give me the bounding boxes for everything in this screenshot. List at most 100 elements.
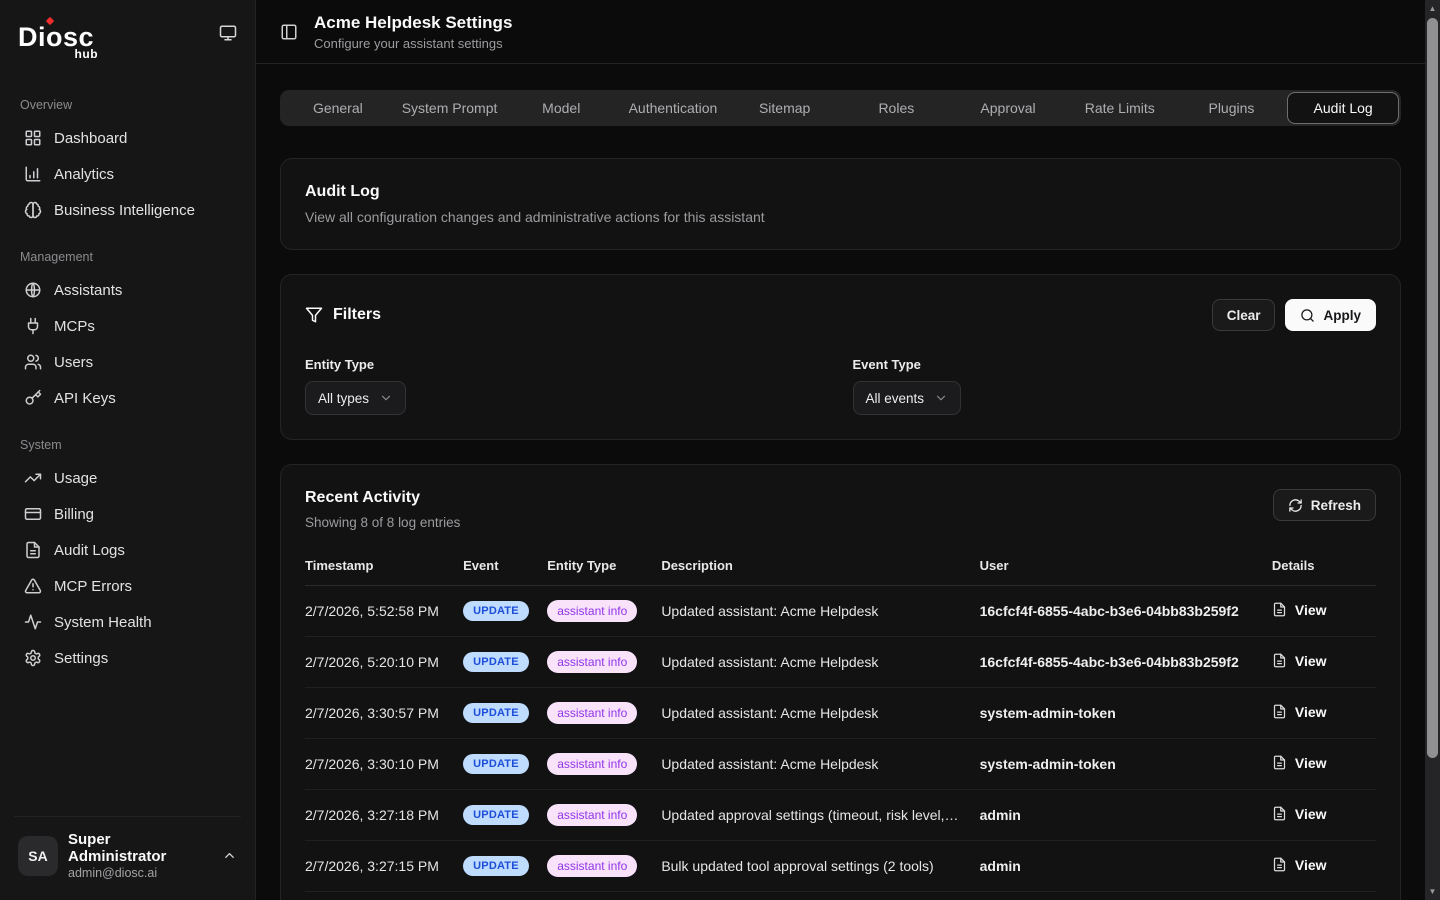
view-details-button[interactable]: View xyxy=(1272,653,1327,669)
file-text-icon xyxy=(1272,755,1287,770)
brain-icon xyxy=(24,201,42,219)
view-details-button[interactable]: View xyxy=(1272,602,1327,618)
tab-approval[interactable]: Approval xyxy=(952,92,1064,124)
view-details-button[interactable]: View xyxy=(1272,806,1327,822)
cell-timestamp: 2/7/2026, 3:27:18 PM xyxy=(305,790,463,841)
sidebar-item-mcp-errors[interactable]: MCP Errors xyxy=(14,569,241,603)
sidebar-item-label: MCPs xyxy=(54,318,95,335)
event-type-field: Event Type All events xyxy=(853,357,1377,415)
cell-user: 16cfcf4f-6855-4abc-b3e6-04bb83b259f2 xyxy=(980,637,1272,688)
sidebar-item-assistants[interactable]: Assistants xyxy=(14,273,241,307)
table-row: 2/7/2026, 5:20:10 PM UPDATE assistant in… xyxy=(305,637,1376,688)
table-row: 2/7/2026, 3:27:15 PM UPDATE assistant in… xyxy=(305,841,1376,892)
event-type-select[interactable]: All events xyxy=(853,381,962,415)
entity-badge: assistant info xyxy=(547,753,637,775)
user-name: Super Administrator xyxy=(68,831,212,865)
tab-audit-log[interactable]: Audit Log xyxy=(1287,92,1399,124)
sidebar-item-label: Settings xyxy=(54,650,108,667)
user-email: admin@diosc.ai xyxy=(68,866,212,880)
sidebar-item-label: Analytics xyxy=(54,166,114,183)
scroll-down-arrow-icon[interactable]: ▼ xyxy=(1425,884,1440,899)
recent-activity-card: Recent Activity Showing 8 of 8 log entri… xyxy=(280,464,1401,900)
sidebar-toggle-button[interactable] xyxy=(280,23,298,41)
scrollbar-thumb[interactable] xyxy=(1427,18,1438,758)
col-description: Description xyxy=(661,548,979,586)
view-details-button[interactable]: View xyxy=(1272,704,1327,720)
tab-model[interactable]: Model xyxy=(505,92,617,124)
file-text-icon xyxy=(24,541,42,559)
event-type-value: All events xyxy=(866,391,925,406)
cell-description: Updated assistant: Acme Helpdesk xyxy=(661,688,979,739)
sidebar-item-users[interactable]: Users xyxy=(14,345,241,379)
tab-roles[interactable]: Roles xyxy=(840,92,952,124)
settings-tabs: General System Prompt Model Authenticati… xyxy=(280,90,1401,126)
event-badge: UPDATE xyxy=(463,652,529,672)
trending-up-icon xyxy=(24,469,42,487)
clear-button[interactable]: Clear xyxy=(1212,299,1276,331)
view-details-button[interactable]: View xyxy=(1272,857,1327,873)
dashboard-grid-icon xyxy=(24,129,42,147)
filters-title: Filters xyxy=(333,306,381,324)
chevron-down-icon xyxy=(379,391,393,405)
sidebar-item-label: Usage xyxy=(54,470,97,487)
chevron-up-icon xyxy=(222,848,237,863)
tab-system-prompt[interactable]: System Prompt xyxy=(394,92,506,124)
tab-authentication[interactable]: Authentication xyxy=(617,92,729,124)
sidebar-item-audit-logs[interactable]: Audit Logs xyxy=(14,533,241,567)
sidebar-item-mcps[interactable]: MCPs xyxy=(14,309,241,343)
sidebar-item-dashboard[interactable]: Dashboard xyxy=(14,121,241,155)
event-badge: UPDATE xyxy=(463,703,529,723)
file-text-icon xyxy=(1272,653,1287,668)
sidebar-item-system-health[interactable]: System Health xyxy=(14,605,241,639)
event-badge: UPDATE xyxy=(463,805,529,825)
cell-user: 16cfcf4f-6855-4abc-b3e6-04bb83b259f2 xyxy=(980,586,1272,637)
refresh-button-label: Refresh xyxy=(1311,498,1361,513)
vertical-scrollbar[interactable]: ▲ ▼ xyxy=(1425,0,1440,900)
refresh-button[interactable]: Refresh xyxy=(1273,489,1376,521)
funnel-icon xyxy=(305,306,323,324)
user-menu[interactable]: SA Super Administrator admin@diosc.ai xyxy=(14,816,241,884)
audit-log-table: Timestamp Event Entity Type Description … xyxy=(305,548,1376,892)
display-mode-button[interactable] xyxy=(219,24,237,47)
apply-button[interactable]: Apply xyxy=(1285,299,1376,331)
page-subtitle: Configure your assistant settings xyxy=(314,36,512,51)
event-badge: UPDATE xyxy=(463,856,529,876)
col-timestamp: Timestamp xyxy=(305,548,463,586)
tab-general[interactable]: General xyxy=(282,92,394,124)
sidebar-item-analytics[interactable]: Analytics xyxy=(14,157,241,191)
entity-type-select[interactable]: All types xyxy=(305,381,406,415)
cell-description: Bulk updated tool approval settings (2 t… xyxy=(661,841,979,892)
audit-log-title: Audit Log xyxy=(305,183,1376,201)
view-details-button[interactable]: View xyxy=(1272,755,1327,771)
tab-sitemap[interactable]: Sitemap xyxy=(729,92,841,124)
file-text-icon xyxy=(1272,806,1287,821)
tab-rate-limits[interactable]: Rate Limits xyxy=(1064,92,1176,124)
event-badge: UPDATE xyxy=(463,754,529,774)
bar-chart-icon xyxy=(24,165,42,183)
file-text-icon xyxy=(1272,704,1287,719)
sidebar-item-business-intelligence[interactable]: Business Intelligence xyxy=(14,193,241,227)
table-row: 2/7/2026, 5:52:58 PM UPDATE assistant in… xyxy=(305,586,1376,637)
sidebar-item-label: Dashboard xyxy=(54,130,127,147)
view-label: View xyxy=(1295,704,1327,720)
sidebar-item-settings[interactable]: Settings xyxy=(14,641,241,675)
sidebar-item-usage[interactable]: Usage xyxy=(14,461,241,495)
sidebar-item-label: Users xyxy=(54,354,93,371)
tab-plugins[interactable]: Plugins xyxy=(1176,92,1288,124)
entity-type-label: Entity Type xyxy=(305,357,829,372)
sidebar-item-billing[interactable]: Billing xyxy=(14,497,241,531)
col-entity-type: Entity Type xyxy=(547,548,661,586)
sidebar-item-label: API Keys xyxy=(54,390,116,407)
scroll-up-arrow-icon[interactable]: ▲ xyxy=(1425,1,1440,16)
sidebar-section-system: System xyxy=(20,438,235,452)
globe-icon xyxy=(24,281,42,299)
cell-user: admin xyxy=(980,790,1272,841)
cell-timestamp: 2/7/2026, 5:20:10 PM xyxy=(305,637,463,688)
sidebar-section-overview: Overview xyxy=(20,98,235,112)
sidebar-item-label: Audit Logs xyxy=(54,542,125,559)
activity-icon xyxy=(24,613,42,631)
entity-type-value: All types xyxy=(318,391,369,406)
col-event: Event xyxy=(463,548,547,586)
alert-triangle-icon xyxy=(24,577,42,595)
sidebar-item-api-keys[interactable]: API Keys xyxy=(14,381,241,415)
